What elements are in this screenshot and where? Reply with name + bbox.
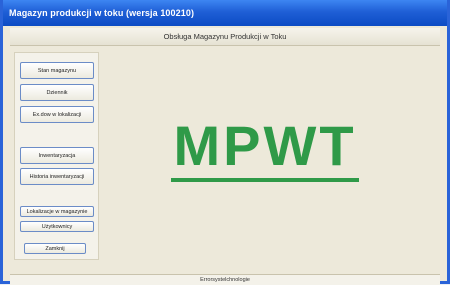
page-title: Obsługa Magazynu Produkcji w Toku (163, 32, 287, 41)
status-text: Errorsystelchnologie (200, 277, 250, 283)
app-window: Magazyn produkcji w toku (wersja 100210)… (0, 0, 450, 285)
logo-text: MPWT (173, 114, 357, 177)
inventory-history-button[interactable]: Historia inwentaryzacji (20, 168, 94, 185)
window-title: Magazyn produkcji w toku (wersja 100210) (9, 8, 195, 18)
journal-button[interactable]: Dziennik (20, 84, 94, 101)
warehouse-locations-button[interactable]: Lokalizacje w magazynie (20, 206, 94, 217)
inventory-button[interactable]: Inwentaryzacja (20, 147, 94, 164)
status-bar: Errorsystelchnologie (10, 274, 440, 285)
title-bar[interactable]: Magazyn produkcji w toku (wersja 100210) (3, 0, 447, 26)
sidebar-panel: Stan magazynu Dziennik Ex.dow w lokaliza… (14, 52, 99, 260)
stock-status-button[interactable]: Stan magazynu (20, 62, 94, 79)
logo-underline (171, 178, 359, 182)
page-header: Obsługa Magazynu Produkcji w Toku (10, 28, 440, 46)
users-button[interactable]: Użytkownicy (20, 221, 94, 232)
close-button[interactable]: Zamknij (24, 243, 86, 254)
location-docs-button[interactable]: Ex.dow w lokalizacji (20, 106, 94, 123)
mpwt-logo: MPWT (171, 114, 359, 182)
